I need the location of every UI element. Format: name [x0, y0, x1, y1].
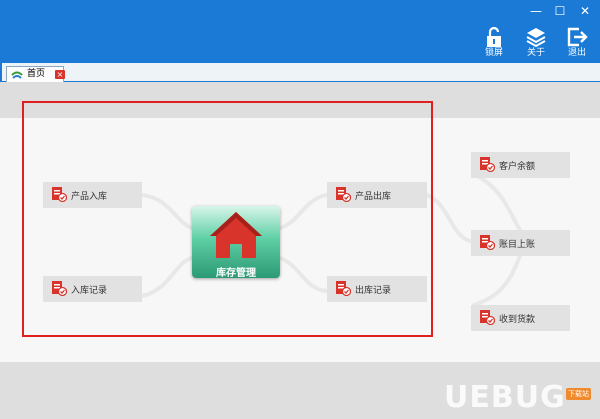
tab-close-icon[interactable]: ×	[55, 70, 65, 79]
exit-button[interactable]: 退出	[560, 26, 594, 64]
account-book-label: 账目上账	[499, 240, 536, 250]
product-in-label: 产品入库	[71, 192, 108, 202]
account-book-button[interactable]: 账目上账	[471, 230, 570, 256]
out-records-button[interactable]: 出库记录	[327, 276, 427, 302]
document-check-icon	[52, 281, 67, 296]
home-tab-icon	[11, 71, 23, 79]
product-out-label: 产品出库	[355, 192, 392, 202]
in-records-label: 入库记录	[71, 286, 108, 296]
watermark-badge: 下载站	[566, 388, 591, 400]
payment-received-button[interactable]: 收到货款	[471, 305, 570, 331]
tab-strip	[0, 63, 600, 82]
about-label: 关于	[526, 48, 545, 58]
tab-home-label: 首页	[27, 69, 46, 79]
minimize-button[interactable]: —	[525, 3, 547, 19]
in-records-button[interactable]: 入库记录	[43, 276, 142, 302]
customer-balance-button[interactable]: 客户余额	[471, 152, 570, 178]
customer-balance-label: 客户余额	[499, 162, 536, 172]
document-check-icon	[480, 157, 495, 172]
center-tile-label: 库存管理	[216, 268, 256, 279]
document-check-icon	[480, 310, 495, 325]
product-out-button[interactable]: 产品出库	[327, 182, 427, 208]
layers-icon	[526, 28, 546, 48]
close-button[interactable]: ✕	[574, 3, 596, 19]
house-icon	[210, 212, 262, 258]
document-check-icon	[336, 281, 351, 296]
about-button[interactable]: 关于	[519, 26, 553, 64]
tab-home[interactable]: 首页 ×	[6, 66, 65, 82]
exit-label: 退出	[567, 48, 586, 58]
maximize-button[interactable]: ☐	[549, 3, 571, 19]
product-in-button[interactable]: 产品入库	[43, 182, 142, 208]
document-check-icon	[52, 187, 67, 202]
document-check-icon	[336, 187, 351, 202]
watermark-text: UEBUG	[444, 380, 566, 415]
out-records-label: 出库记录	[355, 286, 392, 296]
document-check-icon	[480, 235, 495, 250]
lock-icon	[487, 26, 501, 47]
exit-icon	[567, 27, 588, 47]
lock-screen-button[interactable]: 锁屏	[477, 26, 511, 64]
lock-screen-label: 锁屏	[484, 48, 503, 58]
inventory-management-tile[interactable]: 库存管理	[192, 206, 280, 279]
payment-received-label: 收到货款	[499, 315, 536, 325]
